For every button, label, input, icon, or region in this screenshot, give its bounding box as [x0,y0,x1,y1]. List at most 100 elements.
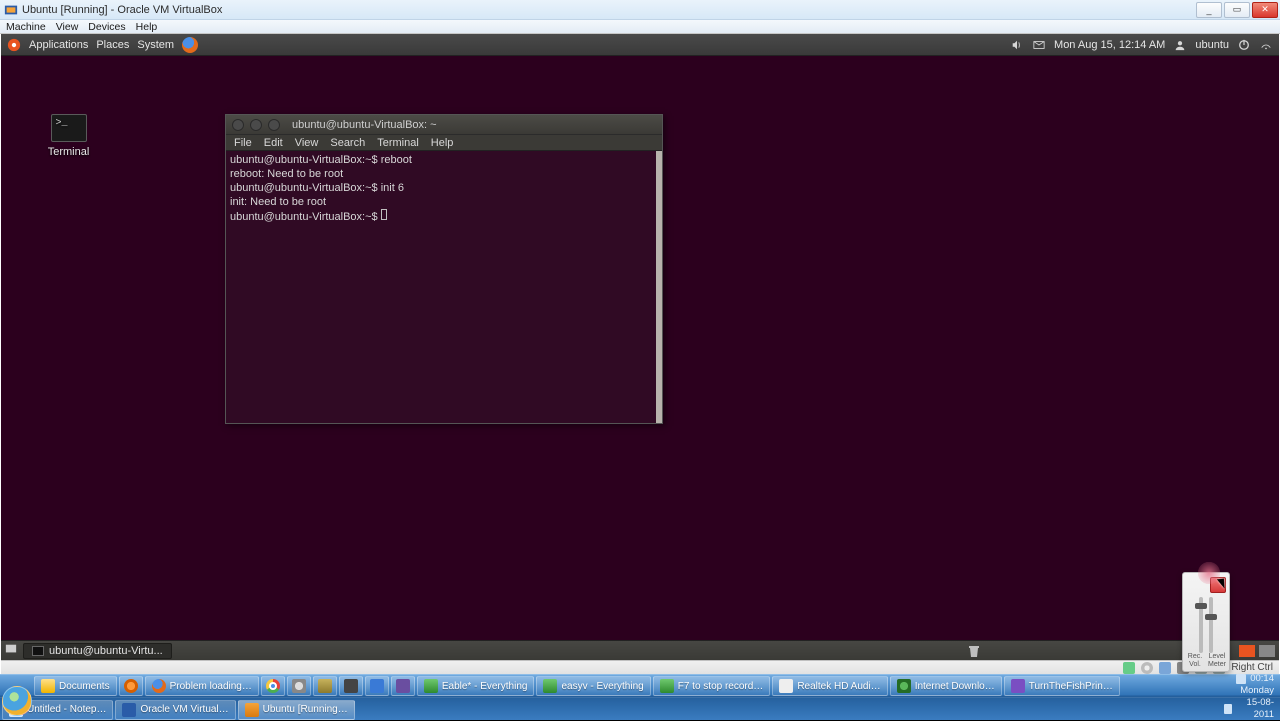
term-menu-edit[interactable]: Edit [264,137,283,149]
rec-label-level: Level [1207,653,1227,661]
menu-devices[interactable]: Devices [88,21,125,33]
system-tray[interactable]: 00:14 Monday 15-08-2011 [1224,676,1278,718]
terminal-body[interactable]: ubuntu@ubuntu-VirtualBox:~$ reboot reboo… [226,151,656,423]
vm-icon [245,703,259,717]
ubuntu-logo-icon[interactable] [7,38,21,52]
vb-optical-icon[interactable] [1141,662,1153,674]
task-purple[interactable] [391,676,415,696]
terminal-window[interactable]: ubuntu@ubuntu-VirtualBox: ~ File Edit Vi… [225,114,663,424]
term-menu-file[interactable]: File [234,137,252,149]
menu-help[interactable]: Help [136,21,158,33]
terminal-minimize-icon[interactable] [250,119,262,131]
term-line: init: Need to be root [230,196,326,208]
clock-datetime[interactable]: Mon Aug 15, 12:14 AM [1054,39,1165,51]
term-menu-terminal[interactable]: Terminal [377,137,419,149]
desktop-terminal-launcher[interactable]: Terminal [41,114,96,158]
tray-icon[interactable] [1236,674,1246,684]
amd-icon [344,679,358,693]
virtualbox-window: Ubuntu [Running] - Oracle VM VirtualBox … [0,0,1280,720]
guest-desktop[interactable]: Terminal ubuntu@ubuntu-VirtualBox: ~ Fil… [1,56,1279,640]
terminal-scrollbar[interactable] [656,151,662,423]
mail-icon[interactable] [1032,38,1046,52]
term-line: ubuntu@ubuntu-VirtualBox:~$ [230,211,381,223]
desktop-icon-label: Terminal [41,146,96,158]
power-icon[interactable] [1237,38,1251,52]
terminal-title: ubuntu@ubuntu-VirtualBox: ~ [292,119,437,131]
folder-icon [41,679,55,693]
bit-icon [318,679,332,693]
virtualbox-titlebar[interactable]: Ubuntu [Running] - Oracle VM VirtualBox … [0,0,1280,20]
task-firefox[interactable]: Problem loading… [145,676,259,696]
menu-machine[interactable]: Machine [6,21,46,33]
volume-icon[interactable] [1010,38,1024,52]
menu-system[interactable]: System [137,39,174,51]
recorder-level-slider[interactable] [1209,597,1213,653]
everything-icon [424,679,438,693]
click-highlight [1196,560,1222,586]
task-chrome[interactable] [261,676,285,696]
task-realtek[interactable]: Realtek HD Audi… [772,676,887,696]
term-menu-help[interactable]: Help [431,137,454,149]
term-line: ubuntu@ubuntu-VirtualBox:~$ init 6 [230,182,404,194]
task-amd[interactable] [339,676,363,696]
show-desktop-icon[interactable] [5,643,17,658]
gnome-bottom-panel: ubuntu@ubuntu-Virtu... [1,640,1279,660]
menu-places[interactable]: Places [96,39,129,51]
network-icon[interactable] [1259,38,1273,52]
terminal-icon [51,114,87,142]
virtualbox-task-icon [122,703,136,717]
task-everything1[interactable]: Eable* - Everything [417,676,535,696]
user-icon[interactable] [1173,38,1187,52]
vb-hostkey-label: Right Ctrl [1231,662,1273,673]
taskbar-terminal-entry[interactable]: ubuntu@ubuntu-Virtu... [23,643,172,659]
trash-icon[interactable] [967,644,981,658]
task-daemon[interactable] [365,676,389,696]
task-documents[interactable]: Documents [34,676,117,696]
task-virtualbox[interactable]: Oracle VM Virtual… [115,700,235,720]
virtualbox-title: Ubuntu [Running] - Oracle VM VirtualBox [22,4,222,16]
virtualbox-icon [4,3,18,17]
minimize-button[interactable]: _ [1196,2,1222,18]
vb-harddisk-icon[interactable] [1123,662,1135,674]
task-motion[interactable] [287,676,311,696]
terminal-close-icon[interactable] [232,119,244,131]
term-menu-view[interactable]: View [295,137,319,149]
firefox-launcher-icon[interactable] [182,37,198,53]
tray-time: 00:14 [1250,673,1274,685]
chrome-icon [266,679,280,693]
task-bit[interactable] [313,676,337,696]
windows-taskbar: Documents Problem loading… Eable* - Ever… [0,674,1280,720]
idm-icon [897,679,911,693]
maximize-button[interactable]: ▭ [1224,2,1250,18]
task-recorder[interactable]: F7 to stop record… [653,676,771,696]
task-terminal-icon [32,646,44,656]
vb-network-icon[interactable] [1159,662,1171,674]
workspace-1[interactable] [1239,645,1255,657]
task-terminal-label: ubuntu@ubuntu-Virtu... [49,645,163,657]
task-fish[interactable]: TurnTheFishPrin… [1004,676,1120,696]
menu-view[interactable]: View [56,21,79,33]
task-idm[interactable]: Internet Downlo… [890,676,1002,696]
term-menu-search[interactable]: Search [330,137,365,149]
workspace-2[interactable] [1259,645,1275,657]
close-button[interactable]: ✕ [1252,2,1278,18]
rec-label-rec: Rec. [1185,653,1205,661]
motion-icon [292,679,306,693]
user-name[interactable]: ubuntu [1195,39,1229,51]
terminal-titlebar[interactable]: ubuntu@ubuntu-VirtualBox: ~ [226,115,662,135]
task-everything2[interactable]: easyv - Everything [536,676,650,696]
firefox-icon [152,679,166,693]
tray-volume-icon[interactable] [1224,704,1232,714]
terminal-cursor [381,209,387,220]
rec-label-meter: Meter [1207,661,1227,669]
recorder-vol-slider[interactable] [1199,597,1203,653]
fish-icon [1011,679,1025,693]
term-line: ubuntu@ubuntu-VirtualBox:~$ reboot [230,154,412,166]
menu-applications[interactable]: Applications [29,39,88,51]
task-wmp[interactable] [119,676,143,696]
start-button[interactable] [2,686,32,716]
speaker-icon [779,679,793,693]
guest-display: Applications Places System Mon Aug 15, 1… [1,34,1279,660]
terminal-maximize-icon[interactable] [268,119,280,131]
task-vm-running[interactable]: Ubuntu [Running… [238,700,355,720]
